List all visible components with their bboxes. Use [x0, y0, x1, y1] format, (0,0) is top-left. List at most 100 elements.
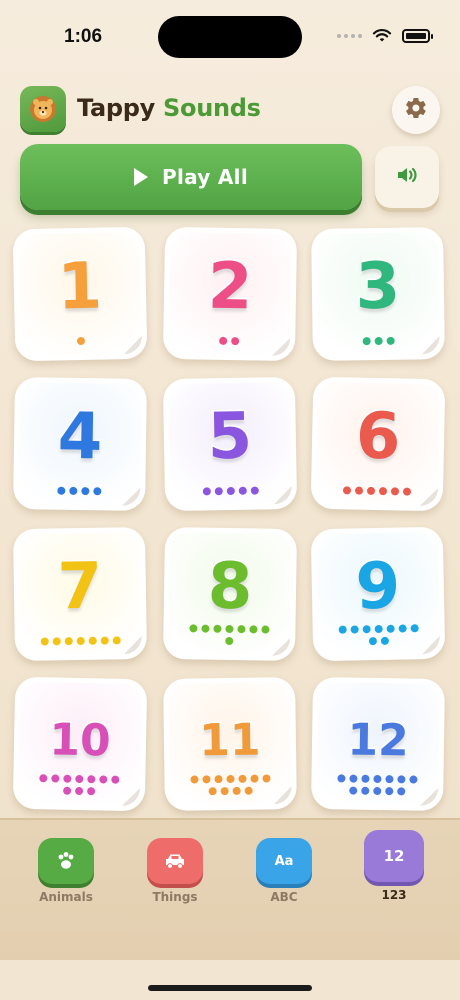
count-dot: [361, 774, 370, 783]
play-all-label: Play All: [162, 165, 248, 189]
tile-face: 5: [167, 381, 293, 507]
count-dot: [249, 625, 258, 634]
paw-icon: [38, 838, 94, 884]
number-tile-12[interactable]: 12: [310, 676, 446, 812]
number-tile-2[interactable]: 2: [162, 226, 298, 362]
count-dot: [57, 486, 66, 495]
count-dot: [226, 486, 235, 496]
count-dot: [250, 774, 259, 783]
count-dot: [201, 624, 210, 633]
count-dot: [81, 487, 90, 496]
count-dot: [380, 636, 389, 645]
count-dot: [225, 636, 234, 646]
tile-number: 5: [205, 398, 254, 476]
count-dots: [316, 774, 438, 796]
tab-label: ABC: [270, 890, 298, 904]
count-dot: [350, 625, 359, 634]
count-dot: [219, 336, 228, 345]
count-dot: [397, 775, 406, 784]
count-dot: [385, 787, 394, 796]
tab-abc[interactable]: Aa ABC: [249, 838, 319, 904]
count-dots: [170, 486, 292, 496]
count-dot: [237, 625, 246, 634]
count-dot: [99, 775, 108, 784]
tile-face: 12: [316, 682, 440, 806]
tile-number: 2: [206, 248, 255, 326]
count-dot: [390, 487, 400, 496]
count-dot: [64, 637, 73, 646]
tile-number: 11: [197, 713, 262, 768]
car-icon: [147, 838, 203, 884]
count-dot: [88, 636, 97, 645]
count-dot: [342, 486, 352, 495]
number-tile-10[interactable]: 10: [12, 676, 148, 812]
number-tile-7[interactable]: 7: [12, 526, 148, 662]
count-dot: [220, 787, 229, 796]
count-dot: [190, 775, 199, 784]
count-dot: [100, 636, 109, 645]
count-dot: [374, 336, 383, 346]
tab-glyph: 12: [383, 847, 405, 865]
number-tile-5[interactable]: 5: [162, 376, 298, 512]
tile-face: 4: [18, 382, 142, 506]
tile-face: 2: [167, 231, 293, 357]
count-dot: [93, 487, 102, 496]
number-tile-4[interactable]: 4: [13, 377, 147, 511]
count-dots: [318, 336, 440, 346]
count-dot: [232, 786, 241, 795]
tab-animals[interactable]: Animals: [31, 838, 101, 904]
settings-button[interactable]: [392, 86, 440, 134]
count-dot: [76, 336, 86, 346]
tile-face: 6: [315, 381, 441, 507]
count-dot: [361, 786, 370, 795]
speaker-icon: [395, 164, 419, 190]
number-tile-1[interactable]: 1: [12, 226, 148, 362]
tile-face: 9: [315, 531, 441, 657]
number-tile-6[interactable]: 6: [310, 376, 446, 512]
count-dot: [366, 486, 376, 495]
count-dot: [244, 786, 253, 795]
count-dot: [362, 625, 371, 634]
count-dot: [373, 786, 382, 796]
count-dot: [250, 486, 259, 495]
status-indicators: [337, 28, 433, 43]
status-bar: 1:06: [0, 0, 460, 70]
tile-number: 1: [55, 248, 104, 326]
count-dot: [112, 636, 121, 645]
count-dot: [87, 787, 96, 796]
number-tile-8[interactable]: 8: [162, 526, 298, 662]
home-indicator: [148, 985, 312, 991]
play-all-button[interactable]: Play All: [20, 144, 362, 210]
tab-123[interactable]: 12 123: [359, 830, 429, 902]
wifi-icon: [372, 28, 392, 43]
count-dot: [397, 787, 406, 796]
count-dot: [373, 774, 382, 784]
count-dot: [76, 636, 85, 646]
count-dot: [111, 775, 120, 784]
tile-number: 3: [354, 248, 403, 326]
tab-label: 123: [381, 888, 407, 902]
battery-icon: [402, 28, 433, 43]
count-dot: [69, 486, 78, 495]
tile-face: 3: [316, 232, 440, 356]
number-tile-3[interactable]: 3: [311, 227, 445, 361]
sound-toggle-button[interactable]: [375, 146, 439, 208]
count-dot: [208, 787, 217, 796]
tile-face: 10: [17, 681, 143, 807]
count-dots: [169, 774, 291, 796]
count-dot: [386, 336, 395, 345]
count-dot: [87, 775, 96, 784]
number-tile-11[interactable]: 11: [163, 677, 297, 811]
count-dots: [20, 636, 142, 646]
tile-number: 8: [206, 548, 255, 626]
number-tile-9[interactable]: 9: [310, 526, 446, 662]
count-dot: [52, 637, 61, 646]
count-dot: [51, 774, 60, 783]
count-dot: [378, 487, 388, 496]
tab-bar: Animals Things Aa ABC 12 123: [0, 818, 460, 960]
tab-things[interactable]: Things: [140, 838, 210, 904]
count-dots: [20, 336, 142, 347]
app-screen: 1:06 Tappy Sounds Play All 1 2 3 4 5 6 7…: [0, 0, 460, 1000]
tile-number: 7: [56, 548, 105, 626]
count-dot: [63, 774, 72, 783]
